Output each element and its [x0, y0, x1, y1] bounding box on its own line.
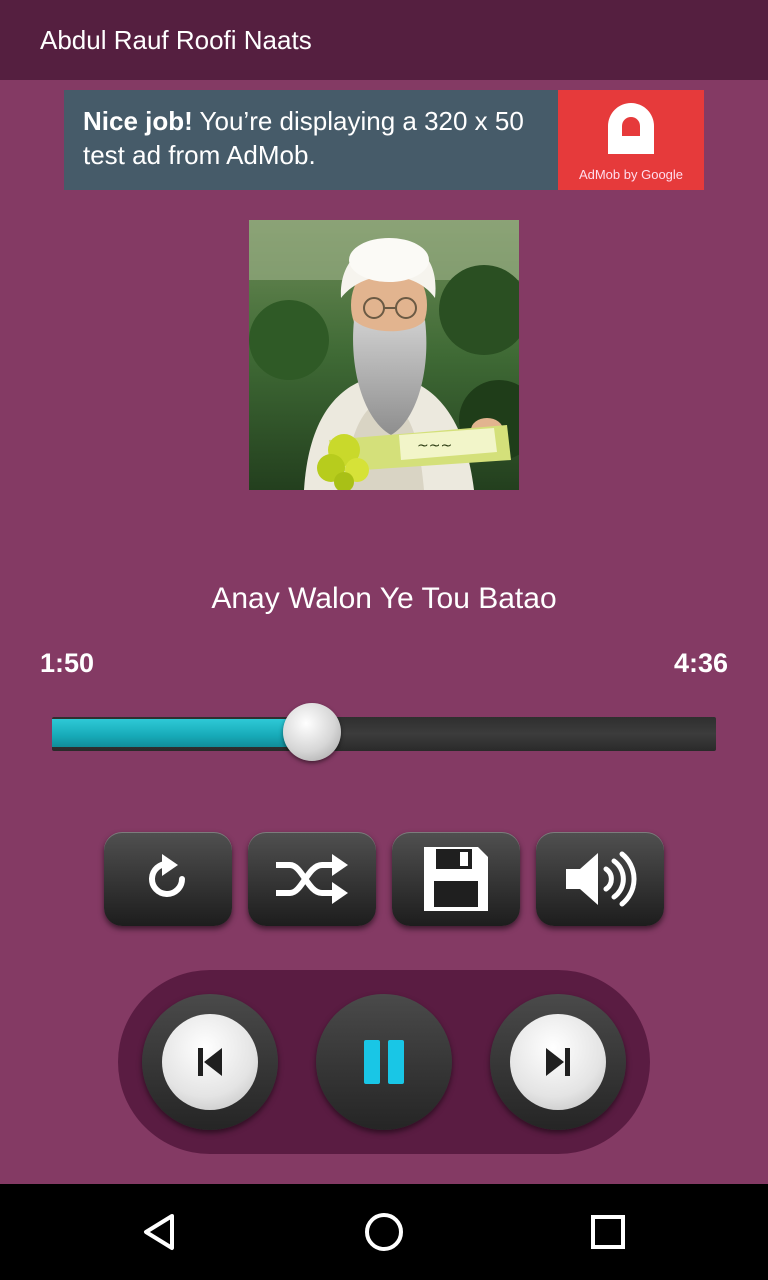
- seek-thumb[interactable]: [283, 703, 342, 761]
- repeat-button[interactable]: [104, 832, 232, 926]
- volume-button[interactable]: [536, 832, 664, 926]
- app-title: Abdul Rauf Roofi Naats: [40, 25, 312, 55]
- seek-bar[interactable]: [52, 703, 716, 761]
- system-nav-bar: [0, 1184, 768, 1280]
- skip-next-icon: [546, 1048, 570, 1076]
- ad-headline: Nice job!: [83, 106, 193, 136]
- previous-button[interactable]: [142, 994, 278, 1130]
- back-icon: [144, 1214, 174, 1250]
- total-duration: 4:36: [673, 648, 728, 678]
- shuffle-icon: [276, 854, 348, 904]
- ad-text: Nice job! You’re displaying a 320 x 50 t…: [83, 104, 558, 172]
- ad-brand-label: AdMob by Google: [578, 167, 684, 182]
- seek-progress: [52, 719, 313, 747]
- skip-previous-icon: [198, 1048, 222, 1076]
- pause-icon: [364, 1040, 404, 1084]
- ad-banner[interactable]: Nice job! You’re displaying a 320 x 50 t…: [64, 90, 704, 190]
- back-button[interactable]: [112, 1184, 208, 1280]
- artist-photo-icon: ~~~: [249, 220, 519, 490]
- app-bar: Abdul Rauf Roofi Naats: [0, 0, 768, 80]
- repeat-icon: [149, 854, 185, 897]
- album-art: ~~~: [249, 220, 519, 490]
- previous-button-face: [162, 1014, 258, 1110]
- recents-icon: [591, 1215, 625, 1249]
- volume-icon: [566, 851, 637, 907]
- next-button-face: [510, 1014, 606, 1110]
- save-button[interactable]: [392, 832, 520, 926]
- track-title: Anay Walon Ye Tou Batao: [211, 582, 557, 615]
- admob-logo-icon: [608, 103, 654, 154]
- home-button[interactable]: [336, 1184, 432, 1280]
- next-button[interactable]: [490, 994, 626, 1130]
- save-icon: [424, 847, 488, 911]
- pause-button[interactable]: [316, 994, 452, 1130]
- home-icon: [365, 1213, 403, 1251]
- svg-text:~~~: ~~~: [417, 438, 452, 454]
- recents-button[interactable]: [560, 1184, 656, 1280]
- shuffle-button[interactable]: [248, 832, 376, 926]
- elapsed-time: 1:50: [40, 648, 95, 678]
- ad-brand-panel: AdMob by Google: [558, 90, 704, 190]
